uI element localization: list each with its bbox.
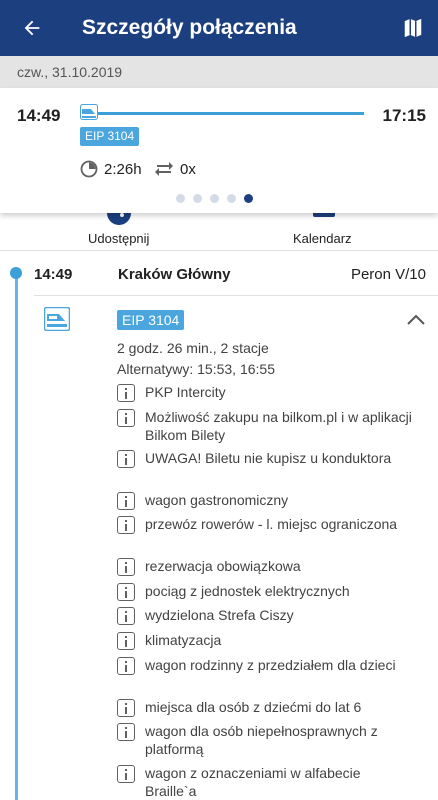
page-dot[interactable] xyxy=(176,194,185,203)
share-label: Udostępnij xyxy=(88,231,150,246)
note-item: wagon rodzinny z przedziałem dla dzieci xyxy=(117,656,415,675)
station-name: Kraków Główny xyxy=(118,266,231,283)
stop-marker xyxy=(10,267,22,279)
note-item: wagon gastronomiczny xyxy=(117,491,415,510)
info-icon xyxy=(117,699,135,717)
info-icon xyxy=(117,516,135,534)
note-item: przewóz rowerów - l. miejsc ograniczona xyxy=(117,515,415,534)
route-timeline xyxy=(15,270,18,800)
travel-info: 2 godz. 26 min., 2 stacje xyxy=(117,340,269,356)
note-text: miejsca dla osób z dziećmi do lat 6 xyxy=(145,699,362,715)
travel-date: czw., 31.10.2019 xyxy=(17,64,123,80)
map-button[interactable] xyxy=(388,0,438,56)
note-text: przewóz rowerów - l. miejsc ograniczona xyxy=(145,516,398,532)
info-icon xyxy=(117,632,135,650)
note-text: wydzielona Strefa Ciszy xyxy=(145,607,294,623)
info-icon xyxy=(117,558,135,576)
note-item: wagon dla osób niepełnosprawnych z platf… xyxy=(117,722,415,758)
platform: Peron V/10 xyxy=(350,266,426,283)
note-text: wagon rodzinny z przedziałem dla dzieci xyxy=(145,657,396,673)
note-text: pociąg z jednostek elektrycznych xyxy=(145,583,350,599)
note-item: pociąg z jednostek elektrycznych xyxy=(117,582,415,601)
train-icon xyxy=(43,306,71,336)
route-line xyxy=(82,112,364,115)
clock-icon xyxy=(80,160,98,178)
train-number-badge: EIP 3104 xyxy=(80,127,140,146)
page-dot[interactable] xyxy=(193,194,202,203)
note-text: wagon gastronomiczny xyxy=(145,492,289,508)
page-dot-active[interactable] xyxy=(244,194,253,203)
note-text: UWAGA! Biletu nie kupisz u konduktora xyxy=(145,450,392,466)
stop-time: 14:49 xyxy=(34,266,73,283)
note-text: PKP Intercity xyxy=(145,384,226,400)
note-text: rezerwacja obowiązkowa xyxy=(145,558,301,574)
info-icon xyxy=(117,384,135,402)
train-number-badge: EIP 3104 xyxy=(117,310,185,330)
back-button[interactable] xyxy=(0,0,64,56)
map-icon xyxy=(404,18,422,38)
info-icon xyxy=(117,492,135,510)
calendar-label: Kalendarz xyxy=(293,231,352,246)
collapse-button[interactable] xyxy=(406,313,426,331)
actions-row: Udostępnij Kalendarz xyxy=(0,205,438,251)
page-title: Szczegóły połączenia xyxy=(82,16,297,39)
info-icon xyxy=(117,583,135,601)
note-item: miejsca dla osób z dziećmi do lat 6 xyxy=(117,698,415,717)
connection-summary[interactable]: 14:49 17:15 EIP 3104 2:26h 0x xyxy=(0,88,438,213)
transfer-icon xyxy=(155,162,173,176)
transfers-value: 0x xyxy=(180,160,196,178)
train-icon xyxy=(80,104,98,125)
info-icon xyxy=(117,409,135,427)
note-text: wagon z oznaczeniami w alfabecie Braille… xyxy=(145,765,361,799)
note-text: wagon dla osób niepełnosprawnych z platf… xyxy=(145,723,378,757)
arrival-time: 17:15 xyxy=(382,106,426,125)
duration-value: 2:26h xyxy=(104,160,142,178)
arrow-left-icon xyxy=(24,20,40,36)
note-item: wagon z oznaczeniami w alfabecie Braille… xyxy=(117,764,415,800)
info-icon xyxy=(117,450,135,468)
date-bar: czw., 31.10.2019 xyxy=(0,56,438,88)
note-item: UWAGA! Biletu nie kupisz u konduktora xyxy=(117,449,415,468)
info-icon xyxy=(117,723,135,741)
transfers: 0x xyxy=(154,160,196,178)
info-icon xyxy=(117,765,135,783)
page-dot[interactable] xyxy=(227,194,236,203)
departure-time: 14:49 xyxy=(17,106,61,125)
info-icon xyxy=(117,607,135,625)
page-indicator[interactable] xyxy=(176,194,253,203)
app-bar: Szczegóły połączenia xyxy=(0,0,438,56)
note-item: Możliwość zakupu na bilkom.pl i w aplika… xyxy=(117,408,415,444)
note-text: klimatyzacja xyxy=(145,632,222,648)
alternatives[interactable]: Alternatywy: 15:53, 16:55 xyxy=(117,361,275,377)
note-item: rezerwacja obowiązkowa xyxy=(117,557,415,576)
note-item: klimatyzacja xyxy=(117,631,415,650)
note-item: PKP Intercity xyxy=(117,383,415,402)
departure-stop-row[interactable]: 14:49 Kraków Główny Peron V/10 xyxy=(34,256,438,296)
note-text: Możliwość zakupu na bilkom.pl i w aplika… xyxy=(145,409,412,443)
info-icon xyxy=(117,657,135,675)
duration: 2:26h xyxy=(80,160,142,178)
page-dot[interactable] xyxy=(210,194,219,203)
note-item: wydzielona Strefa Ciszy xyxy=(117,606,415,625)
chevron-up-icon xyxy=(407,314,425,325)
